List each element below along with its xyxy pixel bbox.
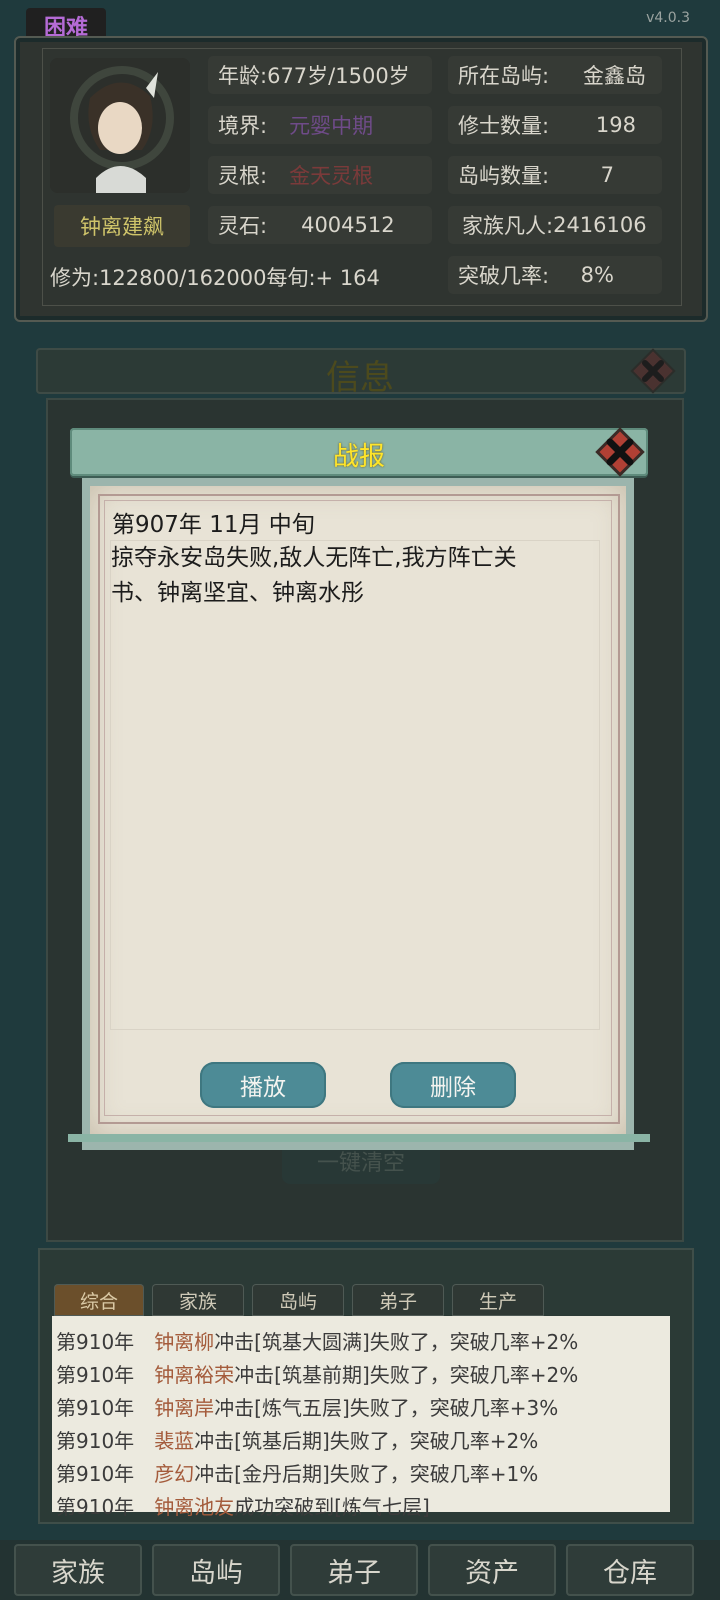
nav-islands-button[interactable]: 岛屿: [152, 1544, 280, 1596]
play-button[interactable]: 播放: [200, 1062, 326, 1108]
report-dialog-bottom-edge: [68, 1134, 650, 1142]
tab-overview[interactable]: 综合: [54, 1284, 144, 1316]
list-item: 第910年 钟离裕荣冲击[筑基前期]失败了，突破几率+2%: [56, 1359, 578, 1388]
character-name[interactable]: 钟离建飙: [54, 205, 190, 247]
islands-label: 岛屿数量:: [458, 164, 550, 188]
list-item: 第910年 裴蓝冲击[筑基后期]失败了，突破几率+2%: [56, 1425, 538, 1454]
log-name: 钟离柳: [154, 1330, 215, 1354]
tab-production[interactable]: 生产: [452, 1284, 544, 1316]
root-value: 金天灵根: [289, 164, 374, 188]
close-icon[interactable]: [590, 424, 650, 480]
realm-stat: 境界: 元婴中期: [208, 106, 432, 144]
stone-label: 灵石:: [218, 214, 268, 238]
cultivators-label: 修士数量:: [458, 114, 550, 138]
log-year: 第910年: [56, 1495, 135, 1519]
log-text: 冲击[筑基后期]失败了，突破几率+2%: [194, 1429, 539, 1453]
log-year: 第910年: [56, 1462, 135, 1486]
islands-value: 7: [600, 163, 614, 187]
log-text: 冲击[炼气五层]失败了，突破几率+3%: [214, 1396, 559, 1420]
log-name: 裴蓝: [154, 1429, 195, 1453]
list-item: 第910年 钟离池友成功突破到[炼气七层]: [56, 1491, 430, 1520]
root-label: 灵根:: [218, 164, 268, 188]
log-year: 第910年: [56, 1363, 135, 1387]
realm-value: 元婴中期: [289, 114, 374, 138]
breakthrough-label: 突破几率:: [458, 264, 550, 288]
log-year: 第910年: [56, 1396, 135, 1420]
islands-stat: 岛屿数量: 7: [448, 156, 662, 194]
list-item: 第910年 钟离岸冲击[炼气五层]失败了，突破几率+3%: [56, 1392, 558, 1421]
report-dialog-title: 战报: [332, 442, 385, 472]
mortals-stat: 家族凡人: 2416106: [448, 206, 662, 244]
log-text: 冲击[筑基前期]失败了，突破几率+2%: [234, 1363, 579, 1387]
log-text: 成功突破到[炼气七层]: [234, 1495, 430, 1519]
tab-family[interactable]: 家族: [152, 1284, 244, 1316]
island-value: 金鑫岛: [583, 64, 646, 88]
log-name: 钟离池友: [154, 1495, 235, 1519]
age-stat: 年龄: 677岁/1500岁: [208, 56, 432, 94]
stone-stat: 灵石: 4004512: [208, 206, 432, 244]
delete-button[interactable]: 删除: [390, 1062, 516, 1108]
root-stat: 灵根: 金天灵根: [208, 156, 432, 194]
nav-family-button[interactable]: 家族: [14, 1544, 142, 1596]
breakthrough-value: 8%: [580, 263, 614, 287]
age-label: 年龄:: [218, 64, 268, 88]
info-close-icon[interactable]: [628, 348, 678, 394]
log-text: 冲击[金丹后期]失败了，突破几率+1%: [194, 1462, 539, 1486]
stone-value: 4004512: [301, 213, 395, 237]
log-name: 彦幻: [154, 1462, 195, 1486]
cultivators-stat: 修士数量: 198: [448, 106, 662, 144]
tab-islands[interactable]: 岛屿: [252, 1284, 344, 1316]
log-name: 钟离裕荣: [154, 1363, 235, 1387]
version-label: v4.0.3: [646, 10, 690, 26]
cultivation-progress: 修为:122800/162000每旬:+ 164: [50, 266, 380, 290]
realm-label: 境界:: [218, 114, 268, 138]
tab-disciples[interactable]: 弟子: [352, 1284, 444, 1316]
cultivators-value: 198: [595, 113, 636, 137]
list-item: 第910年 彦幻冲击[金丹后期]失败了，突破几率+1%: [56, 1458, 538, 1487]
mortals-value: 2416106: [553, 213, 647, 237]
log-year: 第910年: [56, 1330, 135, 1354]
nav-warehouse-button[interactable]: 仓库: [566, 1544, 694, 1596]
log-year: 第910年: [56, 1429, 135, 1453]
log-text: 冲击[筑基大圆满]失败了，突破几率+2%: [214, 1330, 579, 1354]
info-window-title: 信息: [326, 358, 394, 398]
log-name: 钟离岸: [154, 1396, 215, 1420]
nav-assets-button[interactable]: 资产: [428, 1544, 556, 1596]
age-value: 677岁/1500岁: [267, 64, 410, 88]
island-stat: 所在岛屿: 金鑫岛: [448, 56, 662, 94]
island-label: 所在岛屿:: [458, 64, 550, 88]
breakthrough-stat: 突破几率: 8%: [448, 256, 662, 294]
report-text: 掠夺永安岛失败,敌人无阵亡,我方阵亡关 书、钟离坚宜、钟离水彤: [110, 540, 600, 1030]
mortals-label: 家族凡人:: [462, 214, 554, 238]
nav-disciples-button[interactable]: 弟子: [290, 1544, 418, 1596]
character-avatar[interactable]: [50, 58, 190, 193]
report-date: 第907年 11月 中旬: [112, 512, 315, 538]
list-item: 第910年 钟离柳冲击[筑基大圆满]失败了，突破几率+2%: [56, 1326, 578, 1355]
